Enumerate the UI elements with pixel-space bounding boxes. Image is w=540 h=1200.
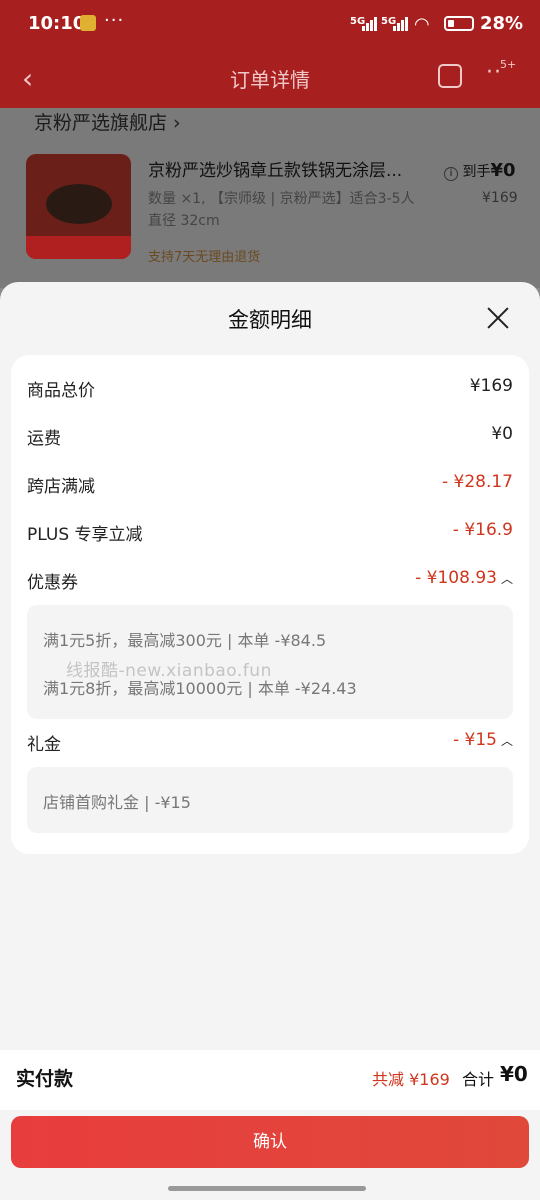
product-spec: 数量 ×1, 【宗师级 | 京粉严选】适合3-5人 直径 32cm bbox=[148, 191, 415, 229]
product-image-strip bbox=[26, 236, 131, 259]
row-label: 跨店满减 bbox=[27, 477, 95, 497]
message-badge: 5+ bbox=[500, 58, 517, 71]
product-title[interactable]: 京粉严选炒锅章丘款铁锅无涂层... bbox=[148, 156, 402, 181]
arrival-price[interactable]: i 到手¥0 bbox=[444, 160, 516, 181]
home-indicator[interactable] bbox=[168, 1186, 366, 1191]
pan-image bbox=[46, 184, 112, 224]
row-value: ¥169 bbox=[469, 376, 513, 396]
chevron-up-icon[interactable]: ︿ bbox=[501, 570, 513, 587]
total-value: ¥0 bbox=[500, 1062, 528, 1086]
order-content: 京粉严选旗舰店 › 京粉严选炒锅章丘款铁锅无涂层... 数量 ×1, 【宗师级 … bbox=[0, 108, 540, 288]
coupon-detail-1: 满1元5折，最高减300元 | 本单 -¥84.5 bbox=[43, 631, 327, 650]
status-time: 10:10 bbox=[28, 13, 86, 34]
row-label: 优惠券 bbox=[27, 573, 78, 593]
arrival-value: ¥0 bbox=[490, 160, 516, 181]
row-value: - ¥15 bbox=[452, 730, 497, 750]
shop-name[interactable]: 京粉严选旗舰店 › bbox=[34, 108, 181, 135]
return-policy: 支持7天无理由退货 bbox=[148, 250, 261, 265]
total-label: 合计 bbox=[462, 1070, 495, 1089]
battery-percent: 28% bbox=[480, 13, 524, 34]
row-coupon[interactable]: 优惠券 - ¥108.93 ︿ bbox=[27, 564, 513, 594]
status-bar: 10:10 ··· 5G 5G ◠ 28% bbox=[0, 0, 540, 48]
row-cross-store-discount: 跨店满减 - ¥28.17 bbox=[27, 468, 513, 498]
row-value: - ¥108.93 bbox=[415, 568, 497, 588]
watermark: 线报酷-new.xianbao.fun bbox=[66, 661, 272, 681]
row-label: 运费 bbox=[27, 429, 61, 449]
sheet-title: 金额明细 bbox=[228, 308, 312, 332]
gift-details: 店铺首购礼金 | -¥15 bbox=[27, 767, 513, 833]
nav-bar: ‹ 订单详情 ·· 5+ bbox=[0, 48, 540, 108]
row-label: 商品总价 bbox=[27, 381, 95, 401]
wifi-icon: ◠ bbox=[414, 14, 430, 35]
amount-card: 商品总价 ¥169 运费 ¥0 跨店满减 - ¥28.17 PLUS 专享立减 … bbox=[11, 355, 529, 854]
info-icon[interactable]: i bbox=[444, 167, 458, 181]
close-icon[interactable] bbox=[486, 306, 510, 330]
row-gift-money[interactable]: 礼金 - ¥15 ︿ bbox=[27, 726, 513, 756]
product-price: ¥169 bbox=[482, 190, 518, 206]
row-value: - ¥28.17 bbox=[441, 472, 513, 492]
battery-icon bbox=[444, 16, 474, 31]
arrival-label: 到手 bbox=[462, 164, 491, 180]
row-value: - ¥16.9 bbox=[452, 520, 513, 540]
signal-icon-2 bbox=[393, 17, 409, 31]
pay-label: 实付款 bbox=[16, 1068, 74, 1090]
confirm-button[interactable]: 确认 bbox=[11, 1116, 529, 1168]
row-shipping: 运费 ¥0 bbox=[27, 420, 513, 450]
row-item-total: 商品总价 ¥169 bbox=[27, 372, 513, 402]
payment-summary: 实付款 共减 ¥169 合计 ¥0 bbox=[0, 1050, 540, 1110]
sheet-header: 金额明细 bbox=[0, 282, 540, 356]
row-value-wrap: - ¥15 ︿ bbox=[453, 730, 513, 750]
status-more: ··· bbox=[104, 10, 125, 31]
row-label: PLUS 专享立减 bbox=[27, 525, 143, 545]
saved-amount: 共减 ¥169 bbox=[372, 1070, 450, 1089]
row-value: ¥0 bbox=[491, 424, 513, 444]
amount-detail-sheet: 金额明细 商品总价 ¥169 运费 ¥0 跨店满减 - ¥28.17 PLUS … bbox=[0, 282, 540, 1200]
product-image[interactable] bbox=[26, 154, 131, 259]
row-value-wrap: - ¥108.93 ︿ bbox=[415, 568, 513, 588]
chevron-up-icon[interactable]: ︿ bbox=[501, 732, 513, 749]
row-plus-discount: PLUS 专享立减 - ¥16.9 bbox=[27, 516, 513, 546]
share-icon[interactable] bbox=[438, 64, 462, 88]
signal-icon-1 bbox=[362, 17, 378, 31]
row-label: 礼金 bbox=[27, 735, 61, 755]
gift-detail-1: 店铺首购礼金 | -¥15 bbox=[43, 793, 191, 812]
notification-icon bbox=[80, 15, 96, 31]
